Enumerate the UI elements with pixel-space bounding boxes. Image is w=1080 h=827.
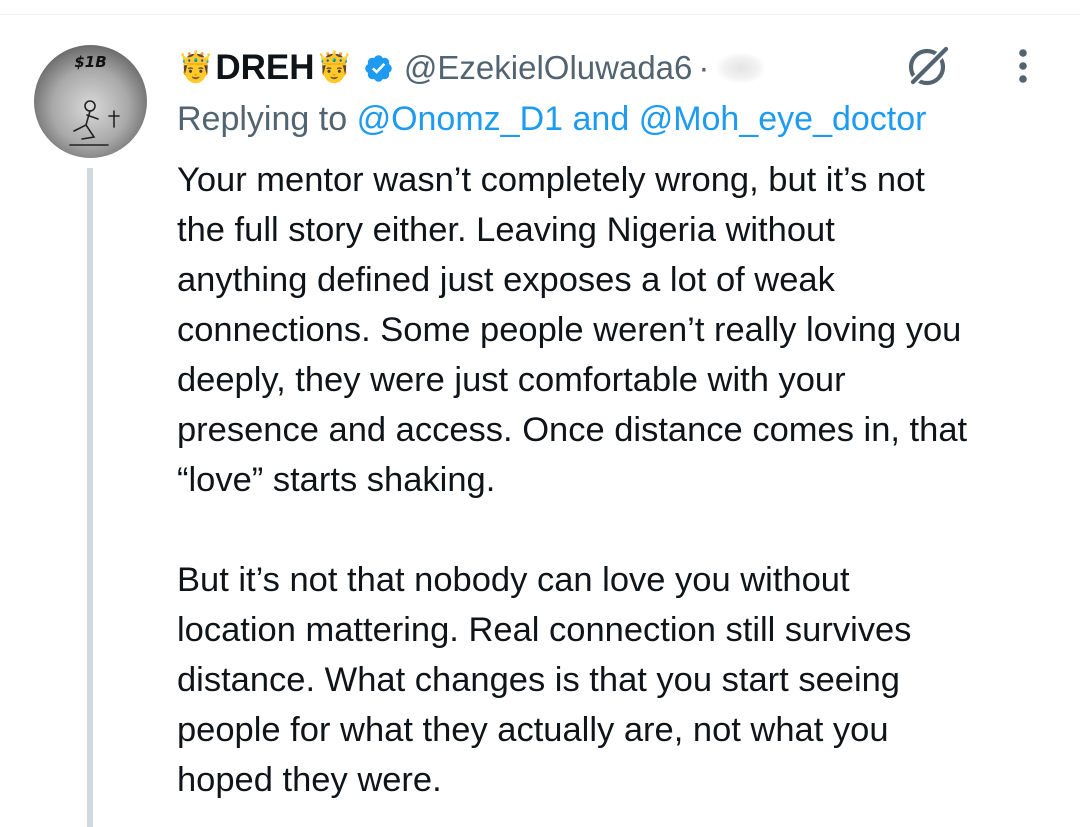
mention-moh-eye-doctor[interactable]: @Moh_eye_doctor — [639, 100, 927, 138]
mention-onomz[interactable]: @Onomz_D1 — [357, 100, 563, 138]
crown-emoji-left: 🤴 — [177, 51, 215, 84]
avatar[interactable]: $1B — [34, 45, 147, 158]
mention-conjunction: and — [572, 100, 630, 138]
post-header: 🤴 DREH 🤴 @EzekielOluwada6 · — [177, 42, 766, 94]
post-paragraph-1: Your mentor wasn’t completely wrong, but… — [177, 161, 968, 499]
verified-badge-icon — [363, 53, 394, 84]
thread-line — [87, 168, 93, 827]
replying-to-line: Replying to @Onomz_D1 and @Moh_eye_docto… — [177, 96, 926, 142]
author-display-name[interactable]: DREH — [215, 48, 314, 88]
timestamp-blur — [717, 53, 766, 83]
more-options-button[interactable] — [1008, 45, 1038, 90]
crown-emoji-right: 🤴 — [315, 51, 353, 84]
post-body: Your mentor wasn’t completely wrong, but… — [177, 155, 1057, 805]
separator-dot: · — [698, 49, 710, 86]
grok-button[interactable] — [900, 42, 958, 90]
more-options-icon — [1019, 49, 1027, 83]
replying-prefix: Replying to — [177, 100, 348, 138]
top-divider — [0, 14, 1080, 15]
grok-icon — [908, 44, 951, 87]
avatar-figure-icon — [69, 100, 120, 146]
author-handle[interactable]: @EzekielOluwada6 — [404, 49, 692, 87]
post-paragraph-2: But it’s not that nobody can love you wi… — [177, 561, 912, 799]
